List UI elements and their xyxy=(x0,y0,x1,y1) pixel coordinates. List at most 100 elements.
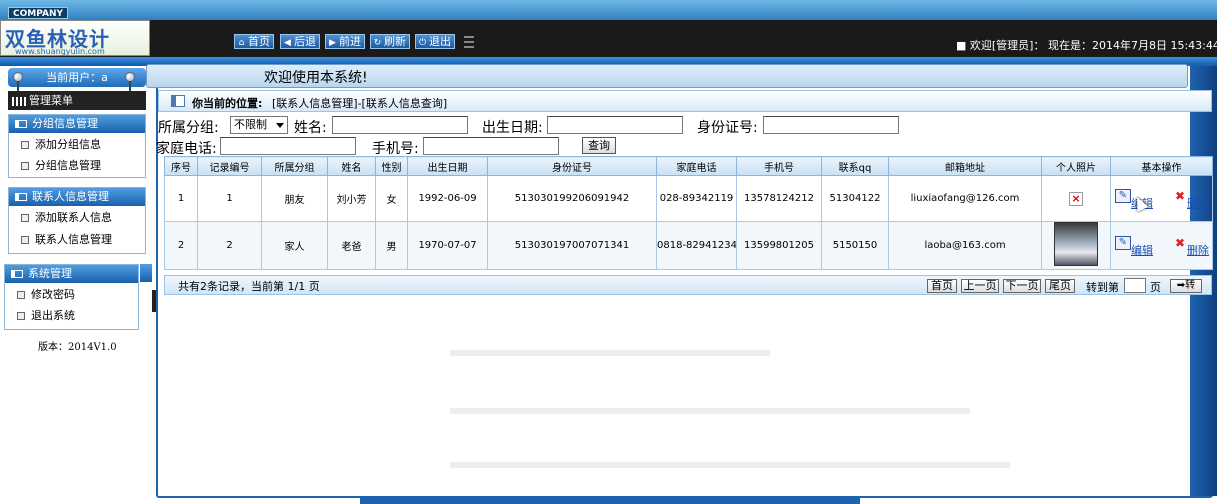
sidebar-item-label: 分组信息管理 xyxy=(35,159,101,172)
nav-exit-button[interactable]: ⏻ 退出 xyxy=(415,34,455,49)
column-header: 联系qq xyxy=(821,156,889,176)
nav-home-button[interactable]: ⌂ 首页 xyxy=(234,34,274,49)
broken-image-icon: × xyxy=(1069,191,1083,206)
sidebar-section-header[interactable]: 系统管理 xyxy=(5,265,138,283)
page-number-input[interactable] xyxy=(1124,278,1146,293)
delete-link[interactable]: 删除 xyxy=(1187,195,1209,211)
section-tab xyxy=(140,264,152,282)
id-input[interactable] xyxy=(763,116,899,134)
logo-url: www.shuangyulin.com xyxy=(15,47,105,56)
welcome-message: 欢迎使用本系统! xyxy=(264,70,368,86)
column-header: 出生日期 xyxy=(407,156,488,176)
last-page-button[interactable]: 尾页 xyxy=(1045,279,1075,293)
next-page-button[interactable]: 下一页 xyxy=(1003,279,1041,293)
home-phone-label: 家庭电话: xyxy=(156,141,217,157)
back-arrow-icon: ◀ xyxy=(284,38,291,48)
cell-actions: ✎ 编辑 ✖ 删除 xyxy=(1110,221,1213,270)
birth-label: 出生日期: xyxy=(482,120,543,136)
cell-seq: 2 xyxy=(164,221,198,270)
manage-menu-title: 管理菜单 xyxy=(29,94,73,107)
delete-x-icon[interactable]: ✖ xyxy=(1175,236,1185,250)
cell-actions: ✎ 编辑 ✖ 删除 xyxy=(1110,175,1213,222)
nav-back-button[interactable]: ◀ 后退 xyxy=(280,34,320,49)
column-header: 手机号 xyxy=(736,156,822,176)
name-input[interactable] xyxy=(332,116,468,134)
sidebar-item-logout[interactable]: 退出系统 xyxy=(17,308,75,324)
section-title: 系统管理 xyxy=(28,267,72,280)
bottom-strip xyxy=(360,498,860,504)
cell-gender: 男 xyxy=(375,221,408,270)
cell-gender: 女 xyxy=(375,175,408,222)
prev-page-button[interactable]: 上一页 xyxy=(961,279,999,293)
logo: 双鱼林设计 www.shuangyulin.com xyxy=(0,20,150,56)
query-button[interactable]: 查询 xyxy=(582,137,616,154)
cell-id-no: 513030197007071341 xyxy=(487,221,657,270)
cell-name: 刘小芳 xyxy=(327,175,376,222)
cell-photo: × xyxy=(1041,175,1111,222)
power-icon: ⏻ xyxy=(418,38,427,48)
sidebar-item-change-password[interactable]: 修改密码 xyxy=(17,287,75,303)
cell-birth: 1970-07-07 xyxy=(407,221,488,270)
birth-input[interactable] xyxy=(547,116,683,134)
cell-mobile: 13578124212 xyxy=(736,175,822,222)
sidebar-item-label: 添加分组信息 xyxy=(35,138,101,151)
menu-grid-icon xyxy=(12,96,26,106)
cell-record-id: 1 xyxy=(197,175,262,222)
breadcrumb-label: 你当前的位置: xyxy=(192,97,263,110)
top-strip xyxy=(0,0,1217,20)
chevron-down-icon xyxy=(276,123,284,128)
nav-forward-label: 前进 xyxy=(339,35,361,48)
bullet-icon xyxy=(21,162,29,170)
sidebar-section-header[interactable]: 分组信息管理 xyxy=(9,115,145,133)
sidebar-item-add-contact[interactable]: 添加联系人信息 xyxy=(21,210,112,226)
column-header: 性别 xyxy=(375,156,408,176)
first-page-button[interactable]: 首页 xyxy=(927,279,957,293)
cell-group: 家人 xyxy=(261,221,328,270)
go-button[interactable]: ➡转 xyxy=(1170,279,1202,293)
delete-link[interactable]: 删除 xyxy=(1187,242,1209,258)
goto-label: 转到第 xyxy=(1086,281,1119,294)
bullet-icon xyxy=(21,214,29,222)
sidebar-item-label: 修改密码 xyxy=(31,288,75,301)
nav-refresh-button[interactable]: ↻ 刷新 xyxy=(370,34,410,49)
sidebar-item-add-group[interactable]: 添加分组信息 xyxy=(21,137,101,153)
sidebar-item-manage-contact[interactable]: 联系人信息管理 xyxy=(21,232,112,248)
column-header: 姓名 xyxy=(327,156,376,176)
home-phone-input[interactable] xyxy=(220,137,356,155)
sidebar-section-header[interactable]: 联系人信息管理 xyxy=(9,188,145,206)
pencil-icon[interactable]: ✎ xyxy=(1115,235,1131,250)
bullet-icon xyxy=(21,236,29,244)
pencil-icon[interactable]: ✎ xyxy=(1115,188,1131,203)
bullet-icon xyxy=(17,312,25,320)
cell-photo xyxy=(1041,221,1111,270)
bullet-icon xyxy=(17,291,25,299)
column-header: 记录编号 xyxy=(197,156,262,176)
column-header: 所属分组 xyxy=(261,156,328,176)
version-label: 版本：2014V1.0 xyxy=(38,342,117,353)
column-header: 邮箱地址 xyxy=(888,156,1042,176)
edit-link[interactable]: 编辑 xyxy=(1131,242,1169,258)
delete-x-icon[interactable]: ✖ xyxy=(1175,189,1185,203)
pager-info: 共有2条记录，当前第 1/1 页 xyxy=(178,280,320,293)
group-label: 所属分组: xyxy=(158,120,219,136)
cell-group: 朋友 xyxy=(261,175,328,222)
avatar xyxy=(1054,222,1098,266)
cell-qq: 51304122 xyxy=(821,175,889,222)
bullet-icon xyxy=(21,141,29,149)
nav-back-label: 后退 xyxy=(294,35,316,48)
table-header-row: 序号 记录编号 所属分组 姓名 性别 出生日期 身份证号 家庭电话 手机号 联系… xyxy=(164,156,1213,176)
group-select[interactable]: 不限制 xyxy=(230,116,288,134)
page-label: 页 xyxy=(1150,281,1161,294)
window-icon xyxy=(171,95,185,107)
mobile-input[interactable] xyxy=(423,137,559,155)
sidebar-item-manage-group[interactable]: 分组信息管理 xyxy=(21,158,101,174)
artifact-line xyxy=(450,408,970,414)
artifact-line xyxy=(450,462,1010,468)
table-row: 1 1 朋友 刘小芳 女 1992-06-09 5130301992060919… xyxy=(164,175,1213,222)
welcome-status: ■ 欢迎[管理员]： 现在是：2014年7月8日 15:43:44 xyxy=(956,39,1217,52)
nav-forward-button[interactable]: ▶ 前进 xyxy=(325,34,365,49)
cell-birth: 1992-06-09 xyxy=(407,175,488,222)
manage-menu-header: 管理菜单 xyxy=(8,91,146,110)
nav-home-label: 首页 xyxy=(248,35,270,48)
cell-id-no: 513030199206091942 xyxy=(487,175,657,222)
